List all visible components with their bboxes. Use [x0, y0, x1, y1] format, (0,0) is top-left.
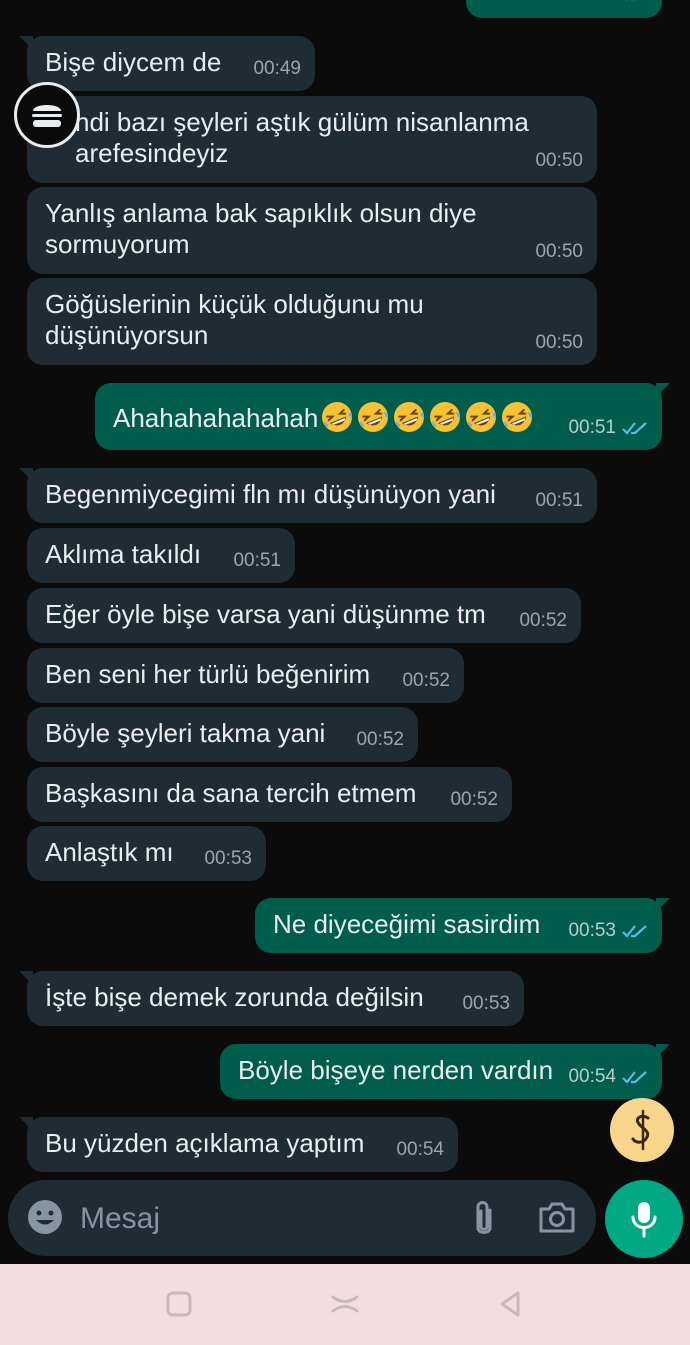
message-time: 00:51 — [535, 490, 583, 511]
double-check-icon — [622, 421, 647, 435]
message-bubble-incoming[interactable]: Göğüslerinin küçük olduğunu mu düşünüyor… — [27, 278, 597, 365]
message-time: 00:53 — [204, 848, 252, 869]
message-text: Göğüslerinin küçük olduğunu mu düşünüyor… — [45, 289, 424, 350]
message-text: Anlaştık mı — [45, 837, 174, 867]
message-bubble-incoming[interactable]: Böyle şeyleri takma yani 00:52 — [27, 707, 418, 762]
message-time: 00:51 — [233, 550, 281, 571]
home-icon[interactable] — [330, 1290, 360, 1318]
message-time: 00:54 — [568, 1066, 616, 1087]
message-input-bar — [8, 1180, 596, 1256]
message-time: 00:49 — [568, 0, 616, 9]
emoji-row — [318, 402, 534, 433]
navigation-bar — [0, 1264, 690, 1345]
message-bubble-incoming[interactable]: Begenmiycegimi fln mı düşünüyon yani 00:… — [19, 468, 597, 523]
message-text: Ben seni her türlü beğenirim — [45, 659, 371, 689]
message-bubble-incoming[interactable]: ndi bazı şeyleri aştık gülüm nisanlanma … — [27, 96, 597, 183]
message-bubble-outgoing[interactable]: Böyle bişeye nerden vardın 00:54 — [220, 1044, 670, 1099]
message-bubble-outgoing[interactable]: 00:49 — [466, 0, 662, 18]
message-text: Bişe diycem de — [45, 47, 222, 77]
message-bubble-incoming[interactable]: Anlaştık mı 00:53 — [27, 826, 266, 881]
message-time: 00:50 — [535, 332, 583, 353]
message-time: 00:52 — [356, 729, 404, 750]
message-bubble-outgoing[interactable]: Ne diyeceğimi sasirdim 00:53 — [255, 898, 670, 953]
message-text: Başkasını da sana tercih etmem — [45, 778, 417, 808]
message-text: Böyle bişeye nerden vardın — [238, 1055, 554, 1085]
double-check-icon — [622, 1070, 647, 1084]
message-text: Aklıma takıldı — [45, 539, 202, 569]
back-icon[interactable] — [496, 1290, 524, 1318]
message-time: 00:50 — [535, 150, 583, 171]
double-check-icon — [626, 0, 628, 1]
message-text: ndi bazı şeyleri aştık gülüm nisanlanma … — [75, 107, 529, 168]
message-text: Ne diyeceğimi sasirdim — [273, 909, 541, 939]
message-input[interactable] — [78, 1196, 462, 1242]
rofl-emoji — [430, 402, 461, 432]
dollar-button[interactable] — [610, 1098, 674, 1162]
rofl-emoji — [502, 402, 533, 432]
message-time: 00:54 — [396, 1139, 444, 1160]
double-check-icon — [622, 924, 647, 938]
message-bubble-incoming[interactable]: Eğer öyle bişe varsa yani düşünme tm 00:… — [27, 588, 581, 643]
message-bubble-incoming[interactable]: Bişe diycem de 00:49 — [19, 36, 315, 91]
message-bubble-incoming[interactable]: Başkasını da sana tercih etmem 00:52 — [27, 767, 512, 822]
rofl-emoji — [322, 402, 353, 432]
burger-icon — [32, 105, 62, 127]
message-bubble-incoming[interactable]: Aklıma takıldı 00:51 — [27, 528, 295, 583]
message-time: 00:52 — [402, 670, 450, 691]
message-time: 00:53 — [568, 920, 616, 941]
burger-menu-icon[interactable] — [14, 82, 80, 148]
message-time: 00:52 — [450, 789, 498, 810]
message-text: Bu yüzden açıklama yaptım — [45, 1128, 365, 1158]
message-time: 00:50 — [535, 241, 583, 262]
message-text: İşte bişe demek zorunda değilsin — [45, 982, 424, 1012]
square-icon[interactable] — [165, 1290, 193, 1318]
message-bubble-incoming[interactable]: İşte bişe demek zorunda değilsin 00:53 — [19, 971, 524, 1026]
message-bubble-incoming[interactable]: Ben seni her türlü beğenirim 00:52 — [27, 648, 464, 703]
rofl-emoji — [394, 402, 425, 432]
emoji-icon[interactable] — [26, 1198, 64, 1236]
message-text: Eğer öyle bişe varsa yani düşünme tm — [45, 599, 486, 629]
message-time: 00:51 — [568, 417, 616, 438]
message-time: 00:49 — [253, 58, 301, 79]
message-bubble-outgoing[interactable]: Ahahahahahahah 00:51 — [95, 383, 670, 450]
message-text: Böyle şeyleri takma yani — [45, 718, 326, 748]
paperclip-icon[interactable] — [470, 1198, 498, 1240]
chat-area[interactable]: 00:49 Bişe diycem de 00:49 ndi bazı şeyl… — [0, 0, 690, 1175]
microphone-icon — [631, 1202, 657, 1238]
message-bubble-incoming[interactable]: Bu yüzden açıklama yaptım 00:54 — [19, 1117, 458, 1172]
message-text: Begenmiycegimi fln mı düşünüyon yani — [45, 479, 496, 509]
microphone-button[interactable] — [605, 1180, 683, 1258]
dollar-icon — [631, 1109, 650, 1151]
message-bubble-incoming[interactable]: Yanlış anlama bak sapıklık olsun diye so… — [27, 187, 597, 274]
camera-icon[interactable] — [538, 1200, 576, 1234]
rofl-emoji — [466, 402, 497, 432]
message-time: 00:52 — [519, 610, 567, 631]
message-text: Yanlış anlama bak sapıklık olsun diye so… — [45, 198, 477, 259]
rofl-emoji — [358, 402, 389, 432]
message-time: 00:53 — [462, 993, 510, 1014]
message-text: Ahahahahahahah — [113, 403, 319, 433]
